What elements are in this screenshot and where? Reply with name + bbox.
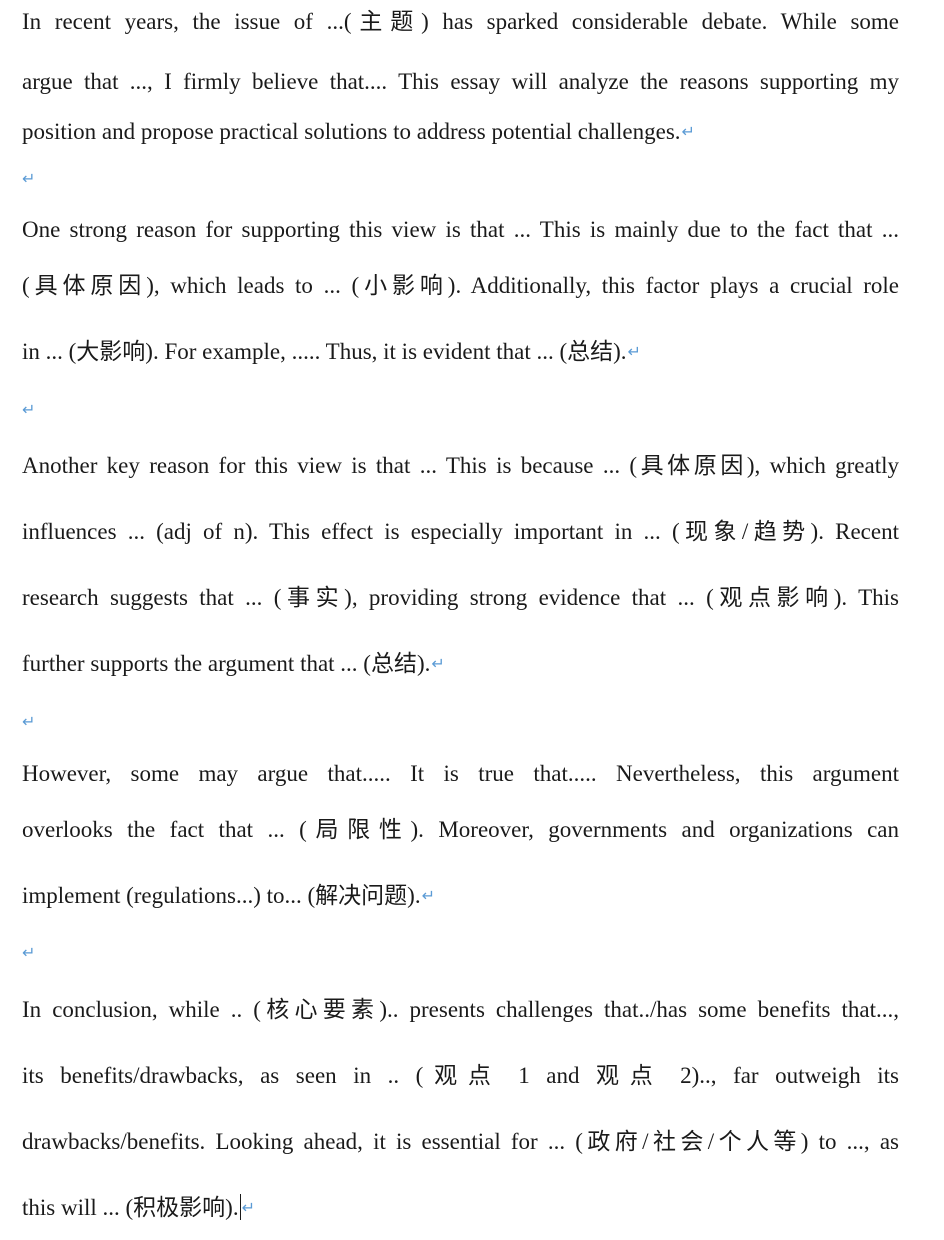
paragraph-5-line-1: In conclusion, while .. (核心要素).. present…	[22, 997, 899, 1022]
paragraph-mark-icon: ↵	[22, 712, 36, 731]
paragraph-2-line-3-text: in ... (大影响). For example, ..... Thus, i…	[22, 339, 627, 364]
paragraph-4-line-3-text: implement (regulations...) to... (解决问题).	[22, 883, 421, 908]
paragraph-mark-icon: ↵	[22, 169, 36, 188]
paragraph-mark-icon: ↵	[681, 122, 695, 141]
paragraph-mark-icon: ↵	[627, 342, 641, 361]
paragraph-4-line-3: implement (regulations...) to... (解决问题).…	[22, 879, 899, 913]
paragraph-3-line-2: influences ... (adj of n). This effect i…	[22, 519, 899, 544]
paragraph-1-line-2: argue that ..., I firmly believe that...…	[22, 69, 899, 94]
paragraph-5-line-3: drawbacks/benefits. Looking ahead, it is…	[22, 1129, 899, 1154]
paragraph-mark-icon: ↵	[421, 886, 435, 905]
paragraph-3-line-4: further supports the argument that ... (…	[22, 647, 899, 681]
paragraph-5-line-2: its benefits/drawbacks, as seen in .. (观…	[22, 1063, 899, 1088]
text-cursor[interactable]	[239, 1194, 241, 1220]
paragraph-1-line-3: position and propose practical solutions…	[22, 115, 899, 149]
paragraph-mark-icon: ↵	[431, 654, 445, 673]
paragraph-5-line-4: this will ... (积极影响). ↵	[22, 1191, 899, 1225]
paragraph-mark-icon: ↵	[22, 943, 36, 962]
paragraph-1-line-1: In recent years, the issue of ...(主题) ha…	[22, 9, 899, 34]
paragraph-2-line-2: (具体原因), which leads to ... (小影响). Additi…	[22, 273, 899, 298]
paragraph-2-line-3: in ... (大影响). For example, ..... Thus, i…	[22, 335, 899, 369]
paragraph-4-line-2: overlooks the fact that ... (局限性). Moreo…	[22, 817, 899, 842]
paragraph-2-line-1: One strong reason for supporting this vi…	[22, 217, 899, 242]
paragraph-4-line-1: However, some may argue that..... It is …	[22, 761, 899, 786]
paragraph-3-line-4-text: further supports the argument that ... (…	[22, 651, 431, 676]
paragraph-3-line-3: research suggests that ... (事实), providi…	[22, 585, 899, 610]
paragraph-mark-icon: ↵	[241, 1198, 255, 1217]
paragraph-mark-icon: ↵	[22, 400, 36, 419]
paragraph-5-line-4-text: this will ... (积极影响).	[22, 1195, 239, 1220]
paragraph-1-line-3-text: position and propose practical solutions…	[22, 119, 681, 144]
document-page[interactable]: In recent years, the issue of ...(主题) ha…	[0, 0, 944, 1240]
paragraph-3-line-1: Another key reason for this view is that…	[22, 453, 899, 478]
